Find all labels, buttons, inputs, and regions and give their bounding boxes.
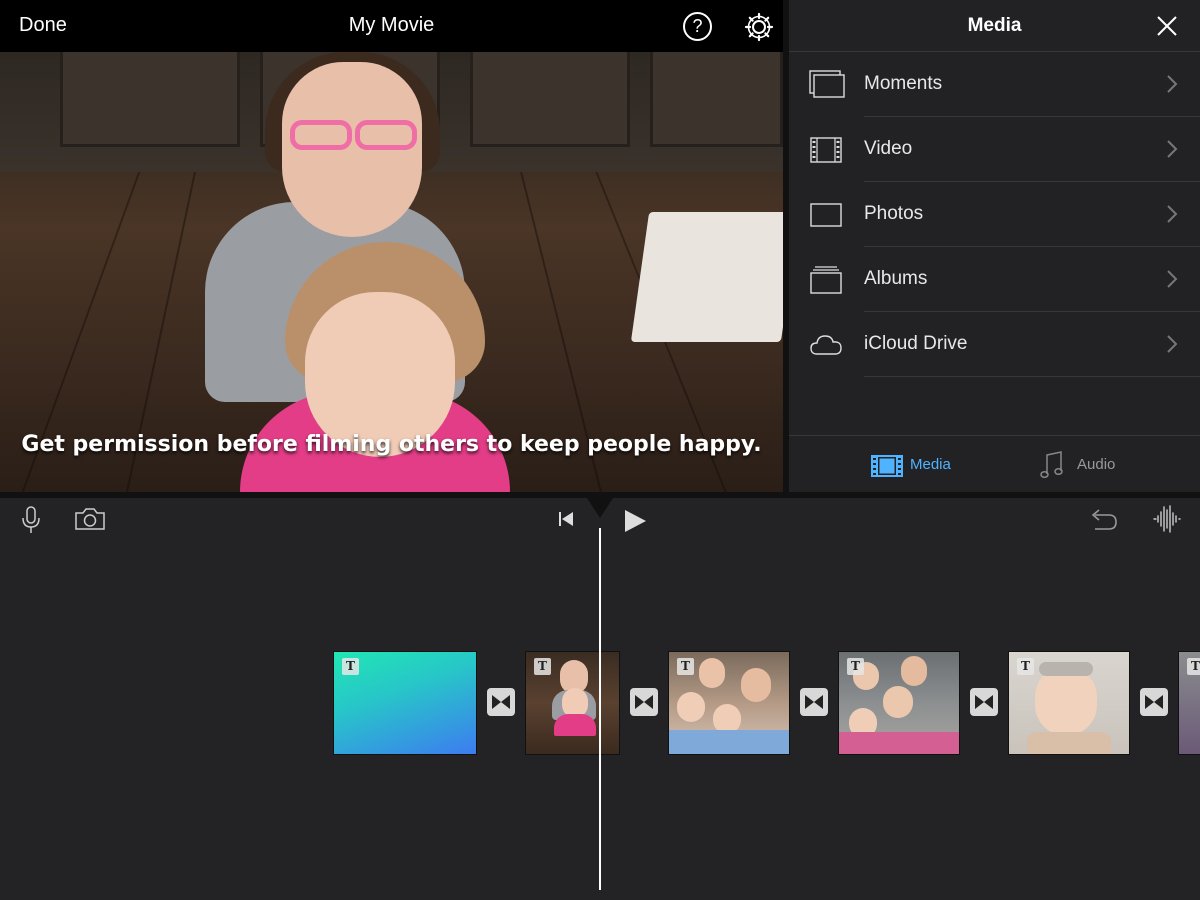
media-title: Media bbox=[967, 15, 1022, 36]
transition-icon bbox=[805, 695, 823, 709]
tab-audio[interactable]: Audio bbox=[1039, 450, 1139, 480]
transition-button[interactable] bbox=[1140, 688, 1168, 716]
video-subtitle: Get permission before filming others to … bbox=[21, 432, 762, 457]
playhead[interactable] bbox=[599, 528, 601, 890]
menu-item-moments[interactable]: Moments bbox=[789, 52, 1200, 117]
top-bar: Done My Movie ? bbox=[0, 0, 783, 52]
title-badge: T bbox=[1187, 658, 1200, 675]
project-title: My Movie bbox=[348, 14, 435, 36]
menu-item-label: Photos bbox=[864, 203, 924, 224]
timeline-clip-title[interactable]: T bbox=[333, 651, 477, 755]
transition-button[interactable] bbox=[630, 688, 658, 716]
transition-button[interactable] bbox=[487, 688, 515, 716]
menu-item-photos[interactable]: Photos bbox=[789, 182, 1200, 247]
tab-media-label: Media bbox=[910, 456, 951, 473]
close-icon[interactable] bbox=[1156, 15, 1178, 37]
menu-item-video[interactable]: Video bbox=[789, 117, 1200, 182]
tab-audio-label: Audio bbox=[1077, 456, 1116, 473]
timeline-clip-photo[interactable]: T bbox=[668, 651, 790, 755]
chevron-right-icon bbox=[1167, 205, 1178, 223]
media-tab-bar: Media Audio bbox=[789, 435, 1200, 492]
timeline[interactable]: T T T T T T bbox=[0, 498, 1200, 900]
chevron-right-icon bbox=[1167, 270, 1178, 288]
menu-item-icloud-drive[interactable]: iCloud Drive bbox=[789, 312, 1200, 377]
media-header: Media bbox=[789, 0, 1200, 52]
chevron-right-icon bbox=[1167, 335, 1178, 353]
transition-icon bbox=[975, 695, 993, 709]
transition-icon bbox=[492, 695, 510, 709]
albums-icon bbox=[810, 266, 842, 294]
film-icon bbox=[810, 137, 842, 163]
help-button[interactable]: ? bbox=[683, 12, 712, 41]
transition-button[interactable] bbox=[800, 688, 828, 716]
timeline-clip-photo[interactable]: T bbox=[1008, 651, 1130, 755]
playhead-marker[interactable] bbox=[587, 498, 613, 518]
photo-icon bbox=[810, 203, 842, 227]
menu-item-label: Albums bbox=[864, 268, 928, 289]
title-badge: T bbox=[847, 658, 864, 675]
undo-icon[interactable] bbox=[1089, 508, 1119, 532]
cloud-icon bbox=[810, 335, 842, 355]
title-badge: T bbox=[677, 658, 694, 675]
media-panel: Media Moments Video Photos Albums iCloud… bbox=[789, 0, 1200, 492]
microphone-icon[interactable] bbox=[20, 506, 42, 534]
transition-icon bbox=[1145, 695, 1163, 709]
title-badge: T bbox=[342, 658, 359, 675]
rug bbox=[630, 212, 783, 342]
tab-media[interactable]: Media bbox=[870, 450, 970, 480]
menu-item-albums[interactable]: Albums bbox=[789, 247, 1200, 312]
moments-icon bbox=[809, 70, 845, 98]
menu-item-label: Moments bbox=[864, 73, 943, 94]
music-note-icon bbox=[1040, 451, 1063, 479]
timeline-clip-photo[interactable]: T bbox=[1178, 651, 1200, 755]
chevron-right-icon bbox=[1167, 75, 1178, 93]
menu-item-label: iCloud Drive bbox=[864, 333, 968, 354]
title-badge: T bbox=[1017, 658, 1034, 675]
gear-icon[interactable] bbox=[744, 12, 774, 42]
video-viewer[interactable]: Get permission before filming others to … bbox=[0, 52, 783, 492]
transition-button[interactable] bbox=[970, 688, 998, 716]
timeline-clip-photo[interactable]: T bbox=[525, 651, 620, 755]
film-icon bbox=[871, 455, 903, 477]
menu-item-label: Video bbox=[864, 138, 913, 159]
title-badge: T bbox=[534, 658, 551, 675]
audio-waveform-icon[interactable] bbox=[1152, 504, 1182, 534]
transition-icon bbox=[635, 695, 653, 709]
camera-icon[interactable] bbox=[74, 507, 106, 531]
timeline-clip-photo[interactable]: T bbox=[838, 651, 960, 755]
skip-to-start-icon[interactable] bbox=[556, 510, 576, 528]
play-icon[interactable] bbox=[622, 508, 648, 534]
chevron-right-icon bbox=[1167, 140, 1178, 158]
